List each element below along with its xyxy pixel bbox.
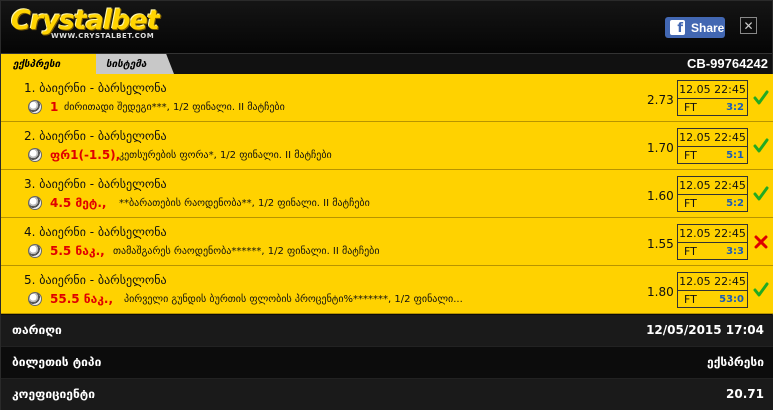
football-icon xyxy=(28,196,42,210)
ticket-type-label: ბილეთის ტიპი xyxy=(12,355,102,369)
football-icon xyxy=(28,292,42,306)
bet-market-desc: პირველი გუნდის ბურთის ფლობის პროცენტი%**… xyxy=(124,294,463,305)
bet-pick: 5.5 ნაკ., xyxy=(50,244,105,258)
bet-odds: 1.60 xyxy=(647,189,674,203)
result-box: 12.05 22:45 FT 5:1 xyxy=(677,128,748,164)
bet-slip-window: Crystalbet WWW.CRYSTALBET.COM f Share ✕ … xyxy=(0,0,773,410)
bet-market-desc: კეთსურების ფორა*, 1/2 ფინალი. II მატჩები xyxy=(119,150,332,161)
bet-row: 3. ბაიერნი - ბარსელონა 4.5 მეტ., **ბარათ… xyxy=(1,170,773,218)
coefficient-value: 20.71 xyxy=(726,387,764,401)
match-datetime: 12.05 22:45 xyxy=(678,273,747,291)
ticket-summary: თარიღი 12/05/2015 17:04 ბილეთის ტიპი ექს… xyxy=(1,315,773,410)
close-button[interactable]: ✕ xyxy=(740,17,757,34)
bet-odds: 1.70 xyxy=(647,141,674,155)
bet-row: 2. ბაიერნი - ბარსელონა ფრ1(-1.5), კეთსურ… xyxy=(1,122,773,170)
bet-row: 4. ბაიერნი - ბარსელონა 5.5 ნაკ., თამაშგა… xyxy=(1,218,773,266)
result-box: 12.05 22:45 FT 53:0 xyxy=(677,272,748,308)
check-icon xyxy=(753,138,769,153)
match-datetime: 12.05 22:45 xyxy=(678,225,747,243)
result-box: 12.05 22:45 FT 5:2 xyxy=(677,176,748,212)
ticket-id: CB-99764242 xyxy=(687,56,768,71)
bet-match-title: 1. ბაიერნი - ბარსელონა xyxy=(24,81,167,95)
match-score: 3:2 xyxy=(726,102,744,113)
tab-system[interactable]: სისტემა xyxy=(96,54,174,74)
bet-row: 1. ბაიერნი - ბარსელონა 1 ძირითადი შედეგი… xyxy=(1,74,773,122)
check-icon xyxy=(753,186,769,201)
bet-row: 5. ბაიერნი - ბარსელონა 55.5 ნაკ., პირველ… xyxy=(1,266,773,314)
match-status: FT xyxy=(684,293,697,306)
check-icon xyxy=(753,90,769,105)
bet-market-desc: ძირითადი შედეგი***, 1/2 ფინალი. II მატჩე… xyxy=(64,102,285,113)
bet-list: 1. ბაიერნი - ბარსელონა 1 ძირითადი შედეგი… xyxy=(1,74,773,314)
bet-odds: 2.73 xyxy=(647,93,674,107)
crystalbet-logo: Crystalbet WWW.CRYSTALBET.COM xyxy=(11,5,160,41)
ticket-type-value: ექსპრესი xyxy=(707,355,764,369)
summary-row-coefficient: კოეფიციენტი 20.71 xyxy=(1,379,773,410)
check-icon xyxy=(753,282,769,297)
match-datetime: 12.05 22:45 xyxy=(678,81,747,99)
bet-pick: 4.5 მეტ., xyxy=(50,196,107,210)
match-score: 5:2 xyxy=(726,198,744,209)
bet-market-desc: თამაშგარეს რაოდენობა******, 1/2 ფინალი. … xyxy=(113,246,380,257)
summary-row-date: თარიღი 12/05/2015 17:04 xyxy=(1,315,773,347)
bet-pick: 55.5 ნაკ., xyxy=(50,292,114,306)
cross-icon xyxy=(754,235,768,249)
football-icon xyxy=(28,244,42,258)
bet-pick: 1 xyxy=(50,100,59,114)
logo-url: WWW.CRYSTALBET.COM xyxy=(51,32,155,40)
bet-match-title: 5. ბაიერნი - ბარსელონა xyxy=(24,273,167,287)
match-score: 3:3 xyxy=(726,246,744,257)
match-status: FT xyxy=(684,245,697,258)
bet-match-title: 4. ბაიერნი - ბარსელონა xyxy=(24,225,167,239)
share-label: Share xyxy=(691,20,725,35)
close-icon: ✕ xyxy=(743,18,754,33)
bet-pick: ფრ1(-1.5), xyxy=(50,148,121,162)
match-status: FT xyxy=(684,149,697,162)
bet-match-title: 2. ბაიერნი - ბარსელონა xyxy=(24,129,167,143)
header: Crystalbet WWW.CRYSTALBET.COM f Share ✕ xyxy=(1,1,772,53)
date-label: თარიღი xyxy=(12,323,62,337)
bet-odds: 1.55 xyxy=(647,237,674,251)
logo-text: Crystalbet xyxy=(11,5,160,36)
bet-market-desc: **ბარათების რაოდენობა**, 1/2 ფინალი. II … xyxy=(119,198,370,209)
bet-odds: 1.80 xyxy=(647,285,674,299)
facebook-icon: f xyxy=(670,20,685,35)
summary-row-type: ბილეთის ტიპი ექსპრესი xyxy=(1,347,773,379)
tab-express[interactable]: ექსპრესი xyxy=(1,54,96,74)
football-icon xyxy=(28,100,42,114)
facebook-share-button[interactable]: f Share xyxy=(665,17,725,38)
result-box: 12.05 22:45 FT 3:2 xyxy=(677,80,748,116)
match-datetime: 12.05 22:45 xyxy=(678,177,747,195)
match-status: FT xyxy=(684,197,697,210)
match-score: 5:1 xyxy=(726,150,744,161)
coefficient-label: კოეფიციენტი xyxy=(12,387,95,401)
match-status: FT xyxy=(684,101,697,114)
football-icon xyxy=(28,148,42,162)
tabs-bar: ექსპრესი სისტემა CB-99764242 xyxy=(1,53,772,74)
match-datetime: 12.05 22:45 xyxy=(678,129,747,147)
date-value: 12/05/2015 17:04 xyxy=(646,323,764,337)
match-score: 53:0 xyxy=(719,294,744,305)
result-box: 12.05 22:45 FT 3:3 xyxy=(677,224,748,260)
bet-match-title: 3. ბაიერნი - ბარსელონა xyxy=(24,177,167,191)
